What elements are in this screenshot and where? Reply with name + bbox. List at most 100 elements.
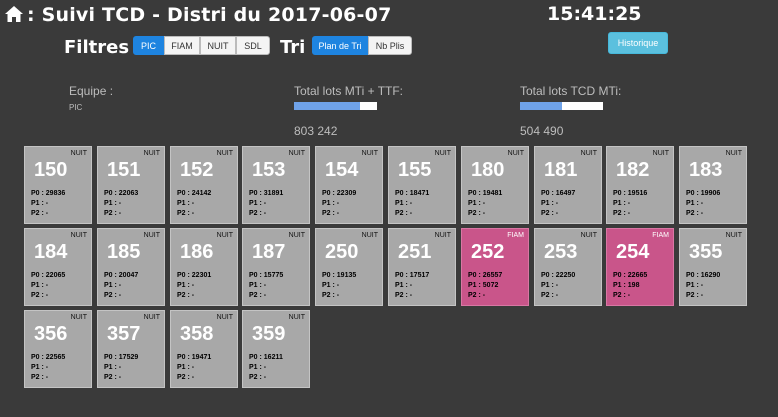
tile-p0: P0 : 19135 [322,272,357,279]
tile-254[interactable]: FIAM 254 P0 : 22665 P1 : 198 P2 : - [606,228,674,306]
tile-tag: NUIT [143,314,160,321]
tile-p1: P1 : - [249,364,267,371]
tile-p2: P2 : - [322,292,340,299]
tile-tag: NUIT [216,232,233,239]
tile-p2: P2 : - [322,210,340,217]
filter-nuit-button[interactable]: NUIT [200,36,236,55]
sort-button-group: Plan de Tri Nb Plis [312,36,412,55]
tile-tag: NUIT [507,150,524,157]
tile-252[interactable]: FIAM 252 P0 : 26557 P1 : 5072 P2 : - [461,228,529,306]
filter-pic-button[interactable]: PIC [133,36,164,55]
tile-152[interactable]: NUIT 152 P0 : 24142 P1 : - P2 : - [170,146,238,224]
tile-p0: P0 : 19471 [177,354,212,361]
tile-tag: NUIT [288,232,305,239]
tile-p2: P2 : - [177,292,195,299]
tile-number: 359 [252,323,286,345]
tile-356[interactable]: NUIT 356 P0 : 22565 P1 : - P2 : - [24,310,92,388]
tile-p2: P2 : - [104,374,122,381]
tile-253[interactable]: NUIT 253 P0 : 22250 P1 : - P2 : - [534,228,602,306]
tile-tag: NUIT [580,232,597,239]
total-mti-ttf-progress-fill [294,102,361,110]
historique-button[interactable]: Historique [608,32,668,54]
tile-155[interactable]: NUIT 155 P0 : 18471 P1 : - P2 : - [388,146,456,224]
tile-p0: P0 : 22309 [322,190,357,197]
tile-186[interactable]: NUIT 186 P0 : 22301 P1 : - P2 : - [170,228,238,306]
tile-number: 187 [252,241,286,263]
sort-plan-de-tri-button[interactable]: Plan de Tri [312,36,368,55]
tile-number: 154 [325,159,359,181]
tile-p0: P0 : 17529 [104,354,139,361]
tile-p2: P2 : - [686,292,704,299]
tile-p1: P1 : 198 [613,282,640,289]
tile-tag: NUIT [70,232,87,239]
total-mti-ttf-label: Total lots MTi + TTF: [294,84,404,98]
tile-tag: NUIT [652,150,669,157]
tile-number: 155 [398,159,432,181]
tile-p2: P2 : - [31,292,49,299]
tile-154[interactable]: NUIT 154 P0 : 22309 P1 : - P2 : - [315,146,383,224]
tile-p1: P1 : - [686,282,704,289]
tile-184[interactable]: NUIT 184 P0 : 22065 P1 : - P2 : - [24,228,92,306]
tile-p2: P2 : - [31,374,49,381]
tile-151[interactable]: NUIT 151 P0 : 22063 P1 : - P2 : - [97,146,165,224]
tile-number: 181 [544,159,578,181]
tile-250[interactable]: NUIT 250 P0 : 19135 P1 : - P2 : - [315,228,383,306]
filters-label: Filtres [64,37,130,58]
tile-251[interactable]: NUIT 251 P0 : 17517 P1 : - P2 : - [388,228,456,306]
tile-number: 358 [180,323,214,345]
tile-358[interactable]: NUIT 358 P0 : 19471 P1 : - P2 : - [170,310,238,388]
tile-tag: NUIT [434,232,451,239]
home-icon[interactable] [4,5,24,23]
tile-p0: P0 : 22063 [104,190,139,197]
tile-153[interactable]: NUIT 153 P0 : 31891 P1 : - P2 : - [242,146,310,224]
tile-181[interactable]: NUIT 181 P0 : 16497 P1 : - P2 : - [534,146,602,224]
clock: 15:41:25 [547,3,642,25]
tile-number: 355 [689,241,723,263]
tile-tag: NUIT [580,150,597,157]
tile-185[interactable]: NUIT 185 P0 : 20047 P1 : - P2 : - [97,228,165,306]
tile-tag: NUIT [725,232,742,239]
filter-sdl-button[interactable]: SDL [236,36,270,55]
tile-tag: NUIT [143,232,160,239]
tile-p0: P0 : 15775 [249,272,284,279]
tile-tag: NUIT [434,150,451,157]
filter-fiam-button[interactable]: FIAM [164,36,200,55]
tile-p1: P1 : - [322,200,340,207]
tile-p1: P1 : - [31,200,49,207]
tile-tag: NUIT [288,150,305,157]
tile-p2: P2 : - [177,210,195,217]
tile-355[interactable]: NUIT 355 P0 : 16290 P1 : - P2 : - [679,228,747,306]
tile-p0: P0 : 17517 [395,272,430,279]
tile-number: 357 [107,323,141,345]
tile-182[interactable]: NUIT 182 P0 : 19516 P1 : - P2 : - [606,146,674,224]
tile-number: 356 [34,323,68,345]
tile-p2: P2 : - [395,210,413,217]
tile-p1: P1 : - [468,200,486,207]
tile-p0: P0 : 19516 [613,190,648,197]
tile-183[interactable]: NUIT 183 P0 : 19906 P1 : - P2 : - [679,146,747,224]
tile-p1: P1 : - [541,200,559,207]
tile-180[interactable]: NUIT 180 P0 : 19481 P1 : - P2 : - [461,146,529,224]
tile-p0: P0 : 22301 [177,272,212,279]
tile-p0: P0 : 29836 [31,190,66,197]
sort-label: Tri [280,37,306,58]
sort-nb-plis-button[interactable]: Nb Plis [368,36,412,55]
tile-p2: P2 : - [468,292,486,299]
total-tcd-mti-value: 504 490 [520,124,564,138]
tile-tag: NUIT [216,314,233,321]
tile-tag: NUIT [70,314,87,321]
tile-number: 183 [689,159,723,181]
tile-p0: P0 : 19481 [468,190,503,197]
total-tcd-mti-progress [520,102,603,110]
tile-p1: P1 : - [613,200,631,207]
tile-p2: P2 : - [468,210,486,217]
tile-tag: NUIT [361,150,378,157]
tile-number: 185 [107,241,141,263]
tile-150[interactable]: NUIT 150 P0 : 29836 P1 : - P2 : - [24,146,92,224]
equipe-value: PIC [69,103,83,112]
tile-187[interactable]: NUIT 187 P0 : 15775 P1 : - P2 : - [242,228,310,306]
tile-p1: P1 : - [177,282,195,289]
tile-359[interactable]: NUIT 359 P0 : 16211 P1 : - P2 : - [242,310,310,388]
tile-357[interactable]: NUIT 357 P0 : 17529 P1 : - P2 : - [97,310,165,388]
tile-p2: P2 : - [104,292,122,299]
